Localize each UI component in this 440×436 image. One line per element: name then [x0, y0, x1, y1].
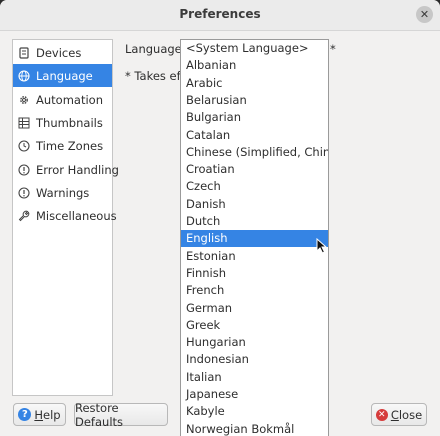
- sidebar-item-label: Automation: [36, 92, 103, 107]
- language-option[interactable]: Czech: [181, 178, 328, 195]
- language-option[interactable]: Italian: [181, 369, 328, 386]
- language-option[interactable]: English: [181, 230, 328, 248]
- close-button[interactable]: ✕ Close: [371, 403, 427, 426]
- sidebar-item-label: Language: [36, 68, 93, 83]
- language-option[interactable]: Norwegian Bokmål: [181, 421, 328, 436]
- sidebar-item-thumbnails[interactable]: Thumbnails: [13, 111, 112, 134]
- sidebar-item-warnings[interactable]: Warnings: [13, 181, 112, 204]
- language-option[interactable]: Japanese: [181, 386, 328, 403]
- clock-icon: [18, 139, 30, 152]
- restore-defaults-label: Restore Defaults: [75, 400, 124, 429]
- grid-icon: [18, 117, 30, 129]
- sidebar-item-automation[interactable]: Automation: [13, 88, 112, 111]
- globe-icon: [18, 69, 30, 82]
- language-option[interactable]: Indonesian: [181, 351, 328, 368]
- language-option[interactable]: Albanian: [181, 57, 328, 74]
- wrench-icon: [18, 210, 30, 222]
- sidebar-item-time-zones[interactable]: Time Zones: [13, 134, 112, 157]
- sidebar-item-miscellaneous[interactable]: Miscellaneous: [13, 204, 117, 227]
- sidebar-item-label: Thumbnails: [36, 115, 103, 130]
- warning-icon: [18, 186, 30, 199]
- sidebar-item-devices[interactable]: Devices: [13, 41, 112, 64]
- help-button[interactable]: ? Help: [13, 403, 66, 426]
- sidebar-item-label: Devices: [36, 45, 82, 60]
- title-bar: Preferences ✕: [0, 0, 440, 31]
- language-option[interactable]: Greek: [181, 317, 328, 334]
- preferences-sidebar: Devices Language Automation Thumbnails T…: [12, 39, 119, 396]
- restore-defaults-button[interactable]: Restore Defaults: [74, 400, 168, 429]
- language-label: Language:: [125, 42, 186, 56]
- language-option[interactable]: German: [181, 300, 328, 317]
- language-dropdown-list[interactable]: <System Language> Albanian Arabic Belarusia…: [180, 39, 329, 436]
- language-option[interactable]: Estonian: [181, 248, 328, 265]
- window-title: Preferences: [179, 7, 261, 21]
- restart-asterisk: *: [330, 42, 336, 56]
- language-option[interactable]: Finnish: [181, 265, 328, 282]
- language-option[interactable]: Belarusian: [181, 92, 328, 109]
- sidebar-item-label: Warnings: [36, 185, 90, 200]
- language-option[interactable]: Arabic: [181, 75, 328, 92]
- language-option[interactable]: French: [181, 282, 328, 299]
- device-icon: [18, 46, 30, 59]
- language-option[interactable]: <System Language>: [181, 40, 328, 57]
- help-icon: ?: [18, 408, 32, 421]
- preferences-window: Preferences ✕ Devices Language Automatio…: [0, 0, 440, 436]
- sidebar-item-language[interactable]: Language: [13, 64, 112, 87]
- close-icon: ✕: [375, 408, 388, 421]
- language-option[interactable]: Catalan: [181, 127, 328, 144]
- gear-icon: [18, 94, 30, 106]
- language-option[interactable]: Kabyle: [181, 403, 328, 420]
- mouse-cursor-icon: [316, 238, 328, 254]
- language-option[interactable]: Hungarian: [181, 334, 328, 351]
- sidebar-item-label: Miscellaneous: [36, 208, 117, 223]
- sidebar-item-label: Error Handling: [36, 162, 119, 177]
- sidebar-item-label: Time Zones: [36, 138, 104, 153]
- language-option[interactable]: Bulgarian: [181, 109, 328, 126]
- language-option[interactable]: Croatian: [181, 161, 328, 178]
- window-close-icon[interactable]: ✕: [416, 6, 433, 23]
- sidebar-item-error-handling[interactable]: Error Handling: [13, 158, 119, 181]
- language-option[interactable]: Danish: [181, 196, 328, 213]
- error-icon: [18, 163, 30, 176]
- language-option[interactable]: Chinese (Simplified, China): [181, 144, 328, 161]
- language-option[interactable]: Dutch: [181, 213, 328, 230]
